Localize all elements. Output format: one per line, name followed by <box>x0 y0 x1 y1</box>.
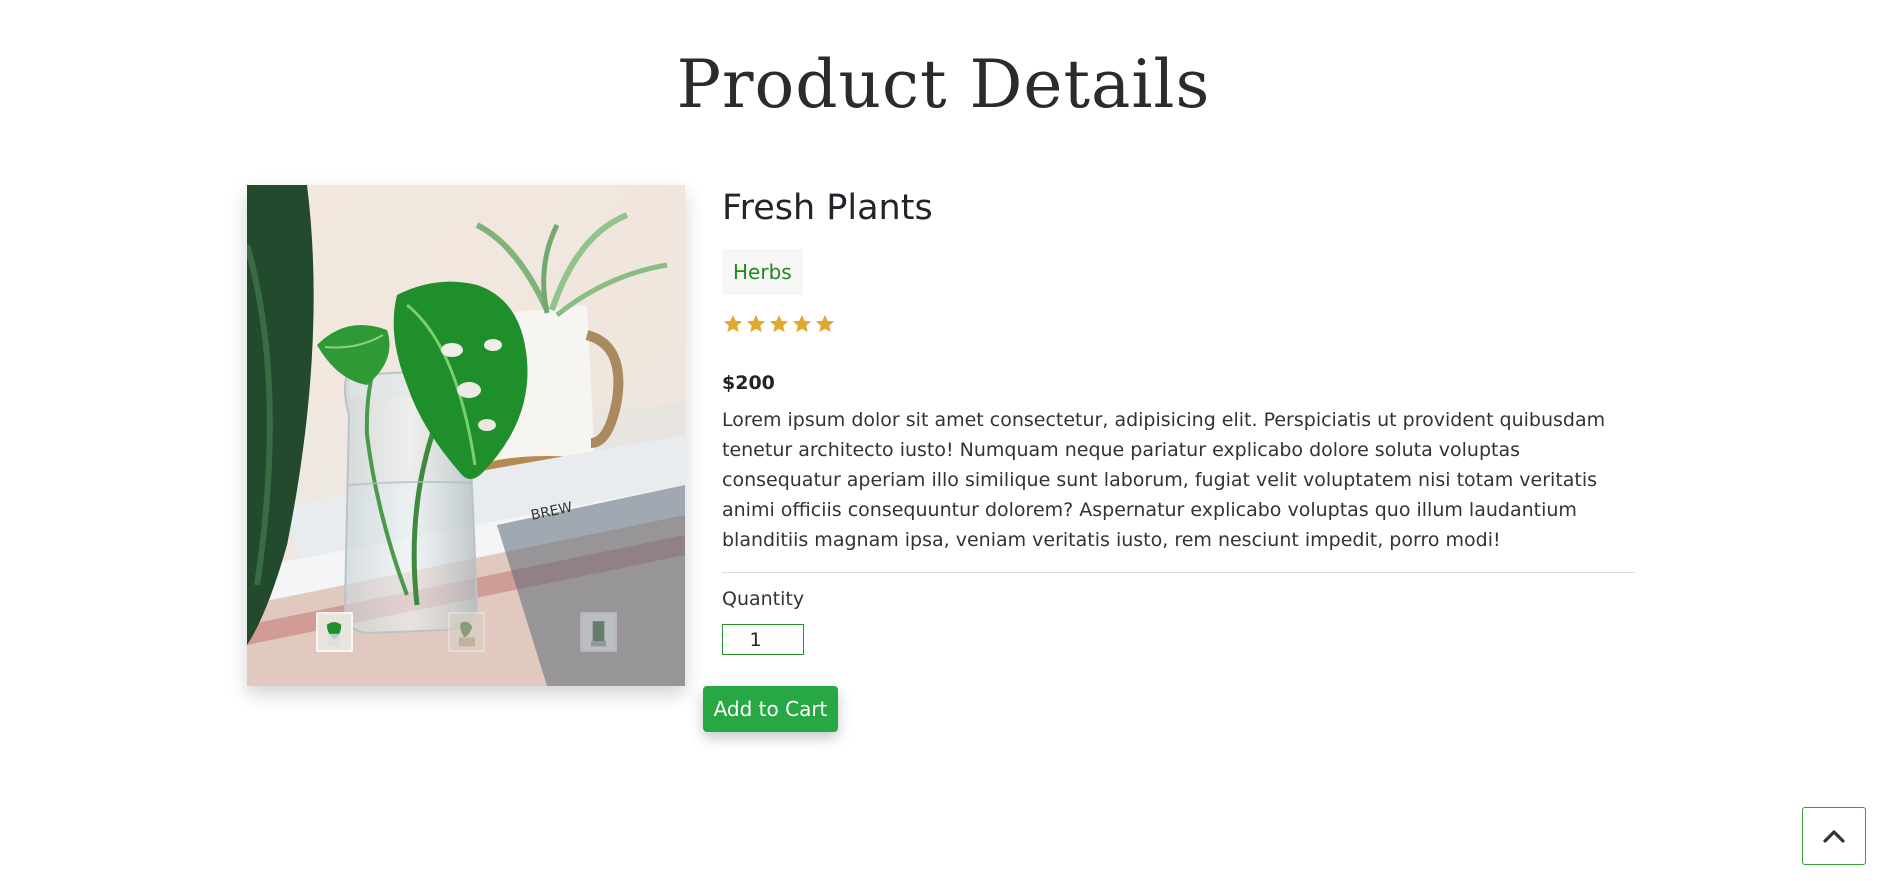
back-to-top-button[interactable] <box>1802 807 1866 865</box>
chevron-up-icon <box>1823 830 1845 843</box>
thumbnail-image <box>450 614 483 650</box>
quantity-label: Quantity <box>722 588 805 610</box>
star-icon <box>792 314 812 333</box>
thumbnail-image <box>318 614 351 650</box>
add-to-cart-button[interactable]: Add to Cart <box>703 686 838 732</box>
star-rating <box>722 313 836 335</box>
category-badge[interactable]: Herbs <box>722 249 803 295</box>
thumbnail-3[interactable] <box>580 612 617 652</box>
star-icon <box>723 314 743 333</box>
divider <box>722 572 1635 573</box>
product-image-carousel[interactable]: BREW <box>247 185 685 686</box>
thumbnail-image <box>582 614 615 650</box>
product-price: $200 <box>722 372 775 394</box>
product-name: Fresh Plants <box>722 188 933 228</box>
thumbnail-1[interactable] <box>316 612 353 652</box>
star-icon <box>769 314 789 333</box>
product-main-image: BREW <box>247 185 685 686</box>
page-title: Product Details <box>676 46 1211 123</box>
quantity-input[interactable] <box>722 624 804 655</box>
product-description: Lorem ipsum dolor sit amet consectetur, … <box>722 409 1606 551</box>
star-icon <box>815 314 835 333</box>
thumbnail-2[interactable] <box>448 612 485 652</box>
star-icon <box>746 314 766 333</box>
